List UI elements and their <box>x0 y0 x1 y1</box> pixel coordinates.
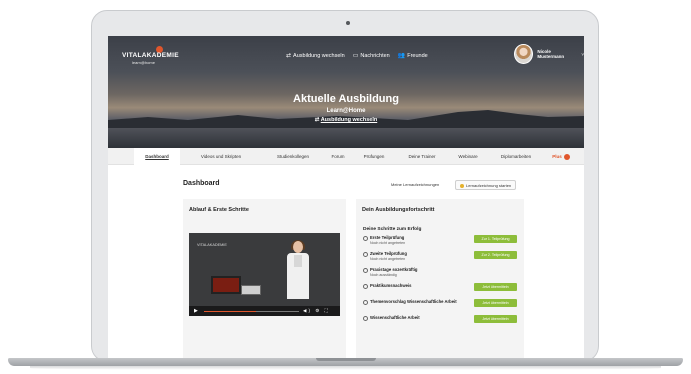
nav-messages-label: Nachrichten <box>360 52 390 59</box>
step-check-icon <box>363 284 368 289</box>
video-presenter <box>284 240 312 309</box>
step-action-button[interactable]: Zur 2. Teilprüfung <box>474 251 517 259</box>
hero-switch-label: Ausbildung wechseln <box>320 117 378 123</box>
laptop-screen: VITALAKADEMIE learn@home ⇄ Ausbildung we… <box>108 36 584 358</box>
volume-settings-fullscreen-icon[interactable]: ◀) ⚙ ⛶ <box>303 308 330 314</box>
steps-heading: Deine Schritte zum Erfolg <box>363 227 422 232</box>
step-check-icon <box>363 252 368 257</box>
logo-sub: learn@home <box>132 60 155 65</box>
logo-text: VITALAKADEMIE <box>122 52 179 59</box>
video-logo: VITALAKADEMIE <box>197 243 227 247</box>
nav-friends-label: Freunde <box>407 52 428 59</box>
video-progress-fill <box>204 310 257 312</box>
tab-webinare[interactable]: Webinare <box>454 148 482 165</box>
tab-studienkollegen[interactable]: Studienkollegen <box>270 148 316 165</box>
tab-plus[interactable]: Plus <box>548 148 574 165</box>
tab-pruefungen[interactable]: Prüfungen <box>359 148 389 165</box>
step-item: Erste Teilprüfung Noch nicht angetreten … <box>363 235 517 247</box>
nav-friends[interactable]: 👥 Freunde <box>397 52 428 60</box>
record-icon <box>460 183 464 188</box>
laptop-shadow <box>30 366 661 370</box>
step-status: Noch nicht angetreten <box>370 256 406 261</box>
progress-card: Dein Ausbildungsfortschritt Deine Schrit… <box>356 199 524 358</box>
laptop-base-notch <box>316 358 376 361</box>
nav-switch-training[interactable]: ⇄ Ausbildung wechseln <box>286 52 345 60</box>
step-item: Themenvorschlag Wissenschaftliche Arbeit… <box>363 299 517 311</box>
step-status: Noch nicht angetreten <box>370 240 406 245</box>
tab-videos-skripten[interactable]: Videos und Skripten <box>192 148 250 165</box>
step-action-button[interactable]: Zur 1. Teilprüfung <box>474 235 517 243</box>
step-action-button[interactable]: Jetzt übermitteln <box>474 283 517 291</box>
video-progress-bar[interactable] <box>204 310 299 312</box>
step-item: Praxistage sozertkräftig Noch ausständig <box>363 267 517 279</box>
switch-arrows-icon: ⇄ <box>286 53 292 59</box>
start-recording-button[interactable]: Lernaufzeichnung starten <box>455 180 517 190</box>
main-content: Dashboard Meine Lernaufzeichnungen Lerna… <box>108 165 584 358</box>
nav-switch-training-label: Ausbildung wechseln <box>293 52 345 59</box>
step-title: Themenvorschlag Wissenschaftliche Arbeit <box>370 299 457 304</box>
step-title: Zweite Teilprüfung <box>370 251 407 256</box>
tab-forum[interactable]: Forum <box>328 148 348 165</box>
step-item: Wissenschaftliche Arbeit Jetzt übermitte… <box>363 315 517 327</box>
start-recording-label: Lernaufzeichnung starten <box>466 183 512 188</box>
step-title: Wissenschaftliche Arbeit <box>370 315 420 320</box>
step-action-button[interactable]: Jetzt übermitteln <box>474 315 517 323</box>
presenter-top <box>294 255 302 267</box>
video-laptop-prop <box>241 285 261 295</box>
chevron-down-icon[interactable]: ˅ <box>581 52 584 57</box>
intro-card-title: Ablauf & Erste Schritte <box>189 207 249 213</box>
my-recordings-link[interactable]: Meine Lernaufzeichnungen <box>387 180 443 190</box>
vitalakademie-logo[interactable]: VITALAKADEMIE learn@home <box>122 46 182 70</box>
avatar[interactable] <box>514 44 534 64</box>
hero-subtitle: Learn@Home <box>326 108 366 114</box>
step-title: Praktikumsnachweis <box>370 283 412 288</box>
step-item: Praktikumsnachweis Jetzt übermitteln <box>363 283 517 295</box>
nav-messages[interactable]: ▭ Nachrichten <box>352 52 390 60</box>
step-item: Zweite Teilprüfung Noch nicht angetreten… <box>363 251 517 263</box>
hero-title: Aktuelle Ausbildung <box>293 93 399 105</box>
step-action-button[interactable]: Jetzt übermitteln <box>474 299 517 307</box>
step-check-icon <box>363 300 368 305</box>
video-monitor-prop <box>211 276 241 294</box>
play-icon[interactable]: ▶ <box>194 308 198 314</box>
tab-dashboard[interactable]: Dashboard <box>134 148 180 165</box>
progress-card-title: Dein Ausbildungsfortschritt <box>362 207 435 213</box>
video-controls: ▶ ◀) ⚙ ⛶ <box>189 306 340 316</box>
intro-card: Ablauf & Erste Schritte VITALAKADEMIE ▶ <box>183 199 346 358</box>
webcam <box>346 21 350 25</box>
friends-icon: 👥 <box>397 53 406 59</box>
user-menu[interactable]: Nicole Mustermann ˅ <box>514 44 584 64</box>
step-title: Erste Teilprüfung <box>370 235 405 240</box>
hero-banner: VITALAKADEMIE learn@home ⇄ Ausbildung we… <box>108 36 584 148</box>
intro-video-player[interactable]: VITALAKADEMIE ▶ ◀) ⚙ ⛶ <box>189 233 340 316</box>
step-title: Praxistage sozertkräftig <box>370 267 418 272</box>
message-icon: ▭ <box>352 53 359 59</box>
step-check-icon <box>363 316 368 321</box>
step-check-icon <box>363 268 368 273</box>
switch-arrows-icon: ⇄ <box>314 117 320 123</box>
top-nav: ⇄ Ausbildung wechseln ▭ Nachrichten 👥 Fr… <box>286 52 428 60</box>
step-check-icon <box>363 236 368 241</box>
user-name: Nicole Mustermann <box>537 49 565 59</box>
tab-plus-label: Plus <box>552 154 562 159</box>
tab-diplomarbeiten[interactable]: Diplomarbeiten <box>496 148 536 165</box>
step-status: Noch ausständig <box>370 272 397 277</box>
page-title: Dashboard <box>183 180 220 187</box>
laptop-mockup: VITALAKADEMIE learn@home ⇄ Ausbildung we… <box>0 0 691 374</box>
presenter-head <box>293 241 303 253</box>
tab-bar: Dashboard Videos und Skripten Studienkol… <box>108 148 584 165</box>
plus-badge-icon <box>563 153 570 160</box>
tab-trainer[interactable]: Deine Trainer <box>404 148 440 165</box>
hero-switch-link[interactable]: ⇄ Ausbildung wechseln <box>108 117 584 123</box>
